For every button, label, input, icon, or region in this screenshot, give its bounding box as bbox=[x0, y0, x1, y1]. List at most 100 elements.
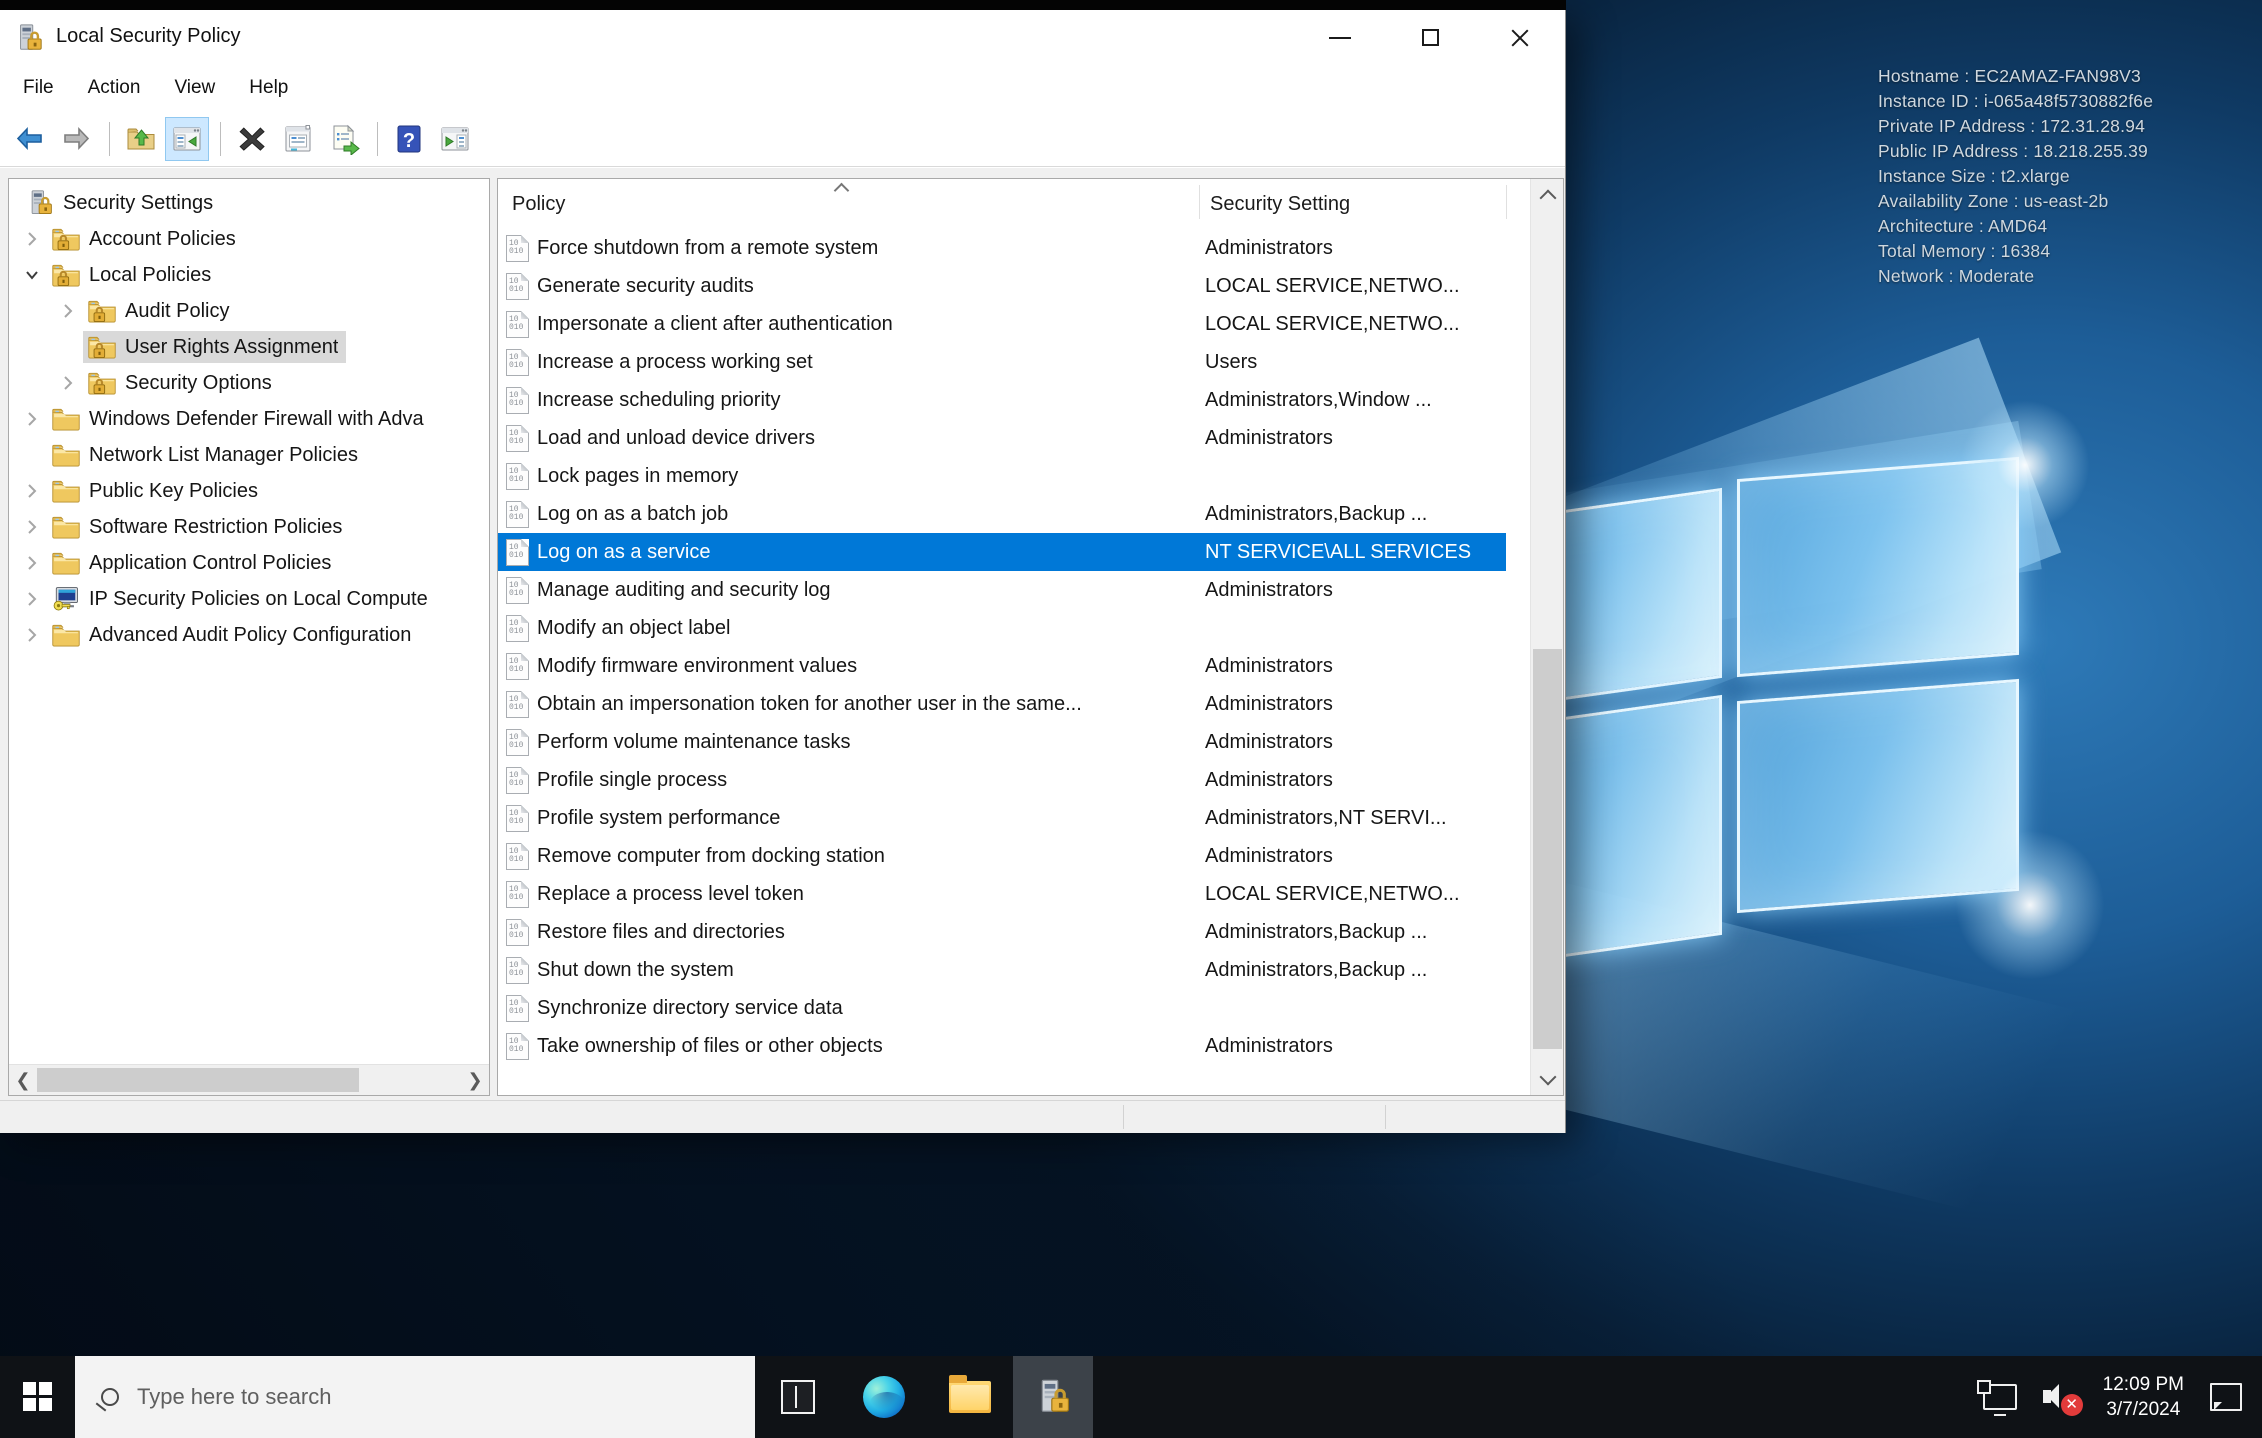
tree-item-core[interactable]: Advanced Audit Policy Configuration bbox=[47, 619, 419, 651]
chevron-right-icon[interactable] bbox=[53, 368, 83, 398]
chevron-right-icon[interactable] bbox=[53, 296, 83, 326]
chevron-right-icon[interactable] bbox=[17, 224, 47, 254]
menu-view[interactable]: View bbox=[157, 71, 232, 105]
tree-item-account-policies[interactable]: Account Policies bbox=[9, 221, 489, 257]
tree-item-core[interactable]: Network List Manager Policies bbox=[47, 439, 366, 471]
forward-button[interactable] bbox=[54, 117, 98, 161]
help-button[interactable]: ? bbox=[387, 117, 431, 161]
list-vertical-scrollbar[interactable] bbox=[1530, 179, 1563, 1095]
taskbar-clock[interactable]: 12:09 PM 3/7/2024 bbox=[2103, 1372, 2184, 1422]
tree-item-core[interactable]: IP Security Policies on Local Compute bbox=[47, 583, 436, 615]
volume-muted-icon[interactable]: ✕ bbox=[2042, 1382, 2083, 1416]
tree-item-security-options[interactable]: Security Options bbox=[9, 365, 489, 401]
tree-item-core[interactable]: User Rights Assignment bbox=[83, 331, 347, 363]
maximize-button[interactable] bbox=[1385, 10, 1475, 65]
chevron-right-icon[interactable] bbox=[17, 512, 47, 542]
tree-item-user-rights-assignment[interactable]: User Rights Assignment bbox=[9, 329, 489, 365]
tree-item-advanced-audit-policy-configuration[interactable]: Advanced Audit Policy Configuration bbox=[9, 617, 489, 653]
column-divider[interactable] bbox=[1506, 185, 1507, 219]
back-button[interactable] bbox=[8, 117, 52, 161]
close-button[interactable] bbox=[1475, 10, 1565, 65]
local-security-policy-taskbar-button[interactable] bbox=[1013, 1356, 1093, 1438]
scroll-up-arrow[interactable] bbox=[1531, 179, 1564, 211]
policy-row-synchronize-directory-service-data[interactable]: Synchronize directory service data bbox=[498, 989, 1506, 1027]
chevron-right-icon[interactable] bbox=[17, 584, 47, 614]
policy-row-restore-files-and-directories[interactable]: Restore files and directories Administrat… bbox=[498, 913, 1506, 951]
policy-row-shut-down-the-system[interactable]: Shut down the system Administrators,Backu… bbox=[498, 951, 1506, 989]
tree-item-core[interactable]: Local Policies bbox=[47, 259, 219, 291]
chevron-right-icon[interactable] bbox=[17, 404, 47, 434]
policy-row-log-on-as-a-batch-job[interactable]: Log on as a batch job Administrators,Back… bbox=[498, 495, 1506, 533]
start-button[interactable] bbox=[0, 1356, 75, 1438]
column-divider[interactable] bbox=[1199, 185, 1200, 219]
tree-item-windows-defender-firewall-with-adva[interactable]: Windows Defender Firewall with Adva bbox=[9, 401, 489, 437]
menu-help[interactable]: Help bbox=[232, 71, 305, 105]
policy-row-log-on-as-a-service[interactable]: Log on as a service NT SERVICE\ALL SERVIC… bbox=[498, 533, 1506, 571]
policy-row-modify-an-object-label[interactable]: Modify an object label bbox=[498, 609, 1506, 647]
tree-item-core[interactable]: Application Control Policies bbox=[47, 547, 339, 579]
chevron-right-icon[interactable] bbox=[17, 620, 47, 650]
local-security-policy-window: Local Security Policy File Action View Help… bbox=[0, 10, 1566, 1133]
toolbar: ? bbox=[0, 111, 1565, 167]
delete-button[interactable] bbox=[230, 117, 274, 161]
scroll-right-arrow[interactable]: ❯ bbox=[461, 1065, 489, 1095]
tree-item-audit-policy[interactable]: Audit Policy bbox=[9, 293, 489, 329]
action-center-icon[interactable] bbox=[2210, 1383, 2242, 1411]
up-one-level-button[interactable] bbox=[119, 117, 163, 161]
policy-row-obtain-an-impersonation-token-for-another-user-in-the-same[interactable]: Obtain an impersonation token for anothe… bbox=[498, 685, 1506, 723]
tree-item-public-key-policies[interactable]: Public Key Policies bbox=[9, 473, 489, 509]
tree-item-network-list-manager-policies[interactable]: Network List Manager Policies bbox=[9, 437, 489, 473]
scroll-left-arrow[interactable]: ❮ bbox=[9, 1065, 37, 1095]
tree-item-core[interactable]: Security Settings bbox=[21, 187, 221, 219]
policy-row-profile-system-performance[interactable]: Profile system performance Administrators… bbox=[498, 799, 1506, 837]
network-icon[interactable] bbox=[1976, 1380, 2017, 1416]
scrollbar-thumb[interactable] bbox=[1533, 649, 1562, 1049]
tree-item-core[interactable]: Software Restriction Policies bbox=[47, 511, 350, 543]
tree-item-core[interactable]: Audit Policy bbox=[83, 295, 238, 327]
search-input[interactable] bbox=[135, 1383, 655, 1411]
minimize-button[interactable] bbox=[1295, 10, 1385, 65]
policy-row-manage-auditing-and-security-log[interactable]: Manage auditing and security log Administ… bbox=[498, 571, 1506, 609]
tree-item-ip-security-policies-on-local-compute[interactable]: IP Security Policies on Local Compute bbox=[9, 581, 489, 617]
policy-row-lock-pages-in-memory[interactable]: Lock pages in memory bbox=[498, 457, 1506, 495]
policy-row-take-ownership-of-files-or-other-objects[interactable]: Take ownership of files or other objects… bbox=[498, 1027, 1506, 1065]
export-list-button[interactable] bbox=[322, 117, 366, 161]
edge-browser-button[interactable] bbox=[841, 1356, 927, 1438]
tree-item-core[interactable]: Windows Defender Firewall with Adva bbox=[47, 403, 432, 435]
policy-row-replace-a-process-level-token[interactable]: Replace a process level token LOCAL SERVI… bbox=[498, 875, 1506, 913]
column-header-security-setting[interactable]: Security Setting bbox=[1210, 193, 1350, 216]
tree-item-core[interactable]: Security Options bbox=[83, 367, 280, 399]
tree-item-application-control-policies[interactable]: Application Control Policies bbox=[9, 545, 489, 581]
tree-item-local-policies[interactable]: Local Policies bbox=[9, 257, 489, 293]
chevron-down-icon[interactable] bbox=[17, 260, 47, 290]
task-view-button[interactable] bbox=[755, 1356, 841, 1438]
chevron-right-icon[interactable] bbox=[17, 476, 47, 506]
properties-button[interactable] bbox=[276, 117, 320, 161]
chevron-right-icon[interactable] bbox=[17, 548, 47, 578]
policy-row-load-and-unload-device-drivers[interactable]: Load and unload device drivers Administra… bbox=[498, 419, 1506, 457]
policy-row-remove-computer-from-docking-station[interactable]: Remove computer from docking station Admi… bbox=[498, 837, 1506, 875]
policy-row-increase-scheduling-priority[interactable]: Increase scheduling priority Administrato… bbox=[498, 381, 1506, 419]
policy-row-increase-a-process-working-set[interactable]: Increase a process working set Users bbox=[498, 343, 1506, 381]
show-action-pane-button[interactable] bbox=[433, 117, 477, 161]
tree-horizontal-scrollbar[interactable]: ❮ ❯ bbox=[9, 1064, 489, 1095]
policy-row-perform-volume-maintenance-tasks[interactable]: Perform volume maintenance tasks Administ… bbox=[498, 723, 1506, 761]
tree-item-core[interactable]: Account Policies bbox=[47, 223, 244, 255]
policy-row-force-shutdown-from-a-remote-system[interactable]: Force shutdown from a remote system Admin… bbox=[498, 229, 1506, 267]
policy-row-generate-security-audits[interactable]: Generate security audits LOCAL SERVICE,NE… bbox=[498, 267, 1506, 305]
tree-item-software-restriction-policies[interactable]: Software Restriction Policies bbox=[9, 509, 489, 545]
tree-item-security-settings[interactable]: Security Settings bbox=[9, 185, 489, 221]
policy-row-modify-firmware-environment-values[interactable]: Modify firmware environment values Admini… bbox=[498, 647, 1506, 685]
tree-item-core[interactable]: Public Key Policies bbox=[47, 475, 266, 507]
local-security-policy-icon bbox=[1034, 1378, 1072, 1416]
file-explorer-button[interactable] bbox=[927, 1356, 1013, 1438]
show-console-tree-button[interactable] bbox=[165, 116, 209, 161]
scroll-down-arrow[interactable] bbox=[1531, 1063, 1564, 1095]
scrollbar-thumb[interactable] bbox=[37, 1068, 359, 1092]
menu-action[interactable]: Action bbox=[71, 71, 158, 105]
policy-row-impersonate-a-client-after-authentication[interactable]: Impersonate a client after authenticatio… bbox=[498, 305, 1506, 343]
taskbar-search-box[interactable] bbox=[75, 1356, 755, 1438]
menu-file[interactable]: File bbox=[6, 71, 71, 105]
column-header-policy[interactable]: Policy bbox=[512, 193, 565, 216]
policy-row-profile-single-process[interactable]: Profile single process Administrators bbox=[498, 761, 1506, 799]
